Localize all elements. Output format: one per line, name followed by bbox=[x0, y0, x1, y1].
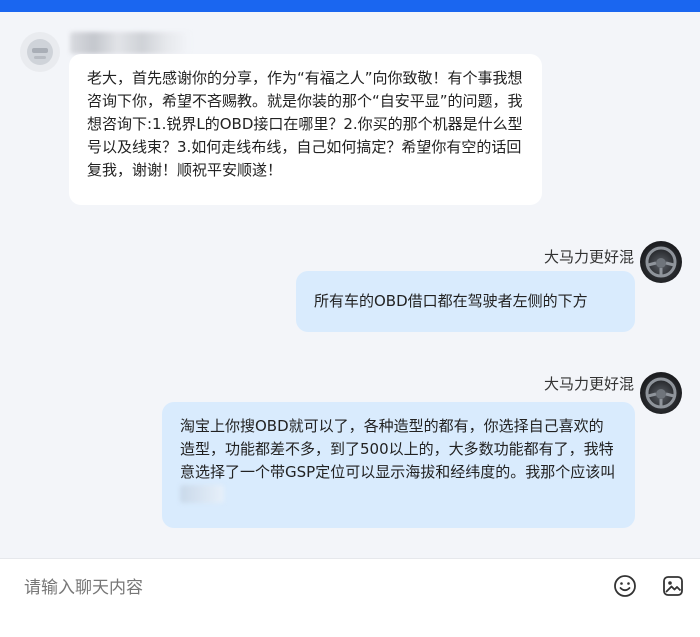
sender-avatar[interactable] bbox=[20, 32, 60, 72]
message-bubble-outgoing[interactable]: 淘宝上你搜OBD就可以了，各种造型的都有，你选择自己喜欢的造型，功能都差不多，到… bbox=[162, 402, 635, 528]
steering-wheel-photo-icon bbox=[645, 377, 677, 409]
chat-area[interactable]: 老大，首先感谢你的分享，作为“有福之人”向你致敬！有个事我想咨询下你，希望不吝赐… bbox=[0, 12, 700, 558]
chat-input-bar bbox=[0, 558, 700, 637]
my-avatar[interactable] bbox=[640, 372, 682, 414]
top-accent-bar bbox=[0, 0, 700, 12]
message-sender-name: 大马力更好混 bbox=[543, 248, 634, 266]
emoji-icon[interactable] bbox=[612, 573, 638, 599]
avatar-placeholder-icon bbox=[27, 39, 53, 65]
image-icon[interactable] bbox=[660, 573, 686, 599]
message-text: 老大，首先感谢你的分享，作为“有福之人”向你致敬！有个事我想咨询下你，希望不吝赐… bbox=[87, 69, 523, 179]
my-avatar[interactable] bbox=[640, 241, 682, 283]
message-bubble-outgoing[interactable]: 所有车的OBD借口都在驾驶者左侧的下方 bbox=[296, 271, 635, 332]
message-text: 所有车的OBD借口都在驾驶者左侧的下方 bbox=[314, 292, 588, 310]
chat-input[interactable] bbox=[22, 573, 586, 603]
steering-wheel-photo-icon bbox=[645, 246, 677, 278]
redacted-text-blur bbox=[180, 485, 224, 503]
message-text: 淘宝上你搜OBD就可以了，各种造型的都有，你选择自己喜欢的造型，功能都差不多，到… bbox=[180, 417, 616, 481]
sender-name-blurred bbox=[70, 32, 190, 54]
message-bubble-incoming[interactable]: 老大，首先感谢你的分享，作为“有福之人”向你致敬！有个事我想咨询下你，希望不吝赐… bbox=[69, 54, 542, 205]
message-sender-name: 大马力更好混 bbox=[543, 375, 634, 393]
